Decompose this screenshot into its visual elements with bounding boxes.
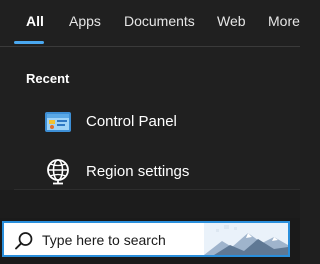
tab-documents[interactable]: Documents bbox=[124, 13, 195, 29]
tab-apps[interactable]: Apps bbox=[69, 13, 101, 29]
search-input[interactable]: Type here to search bbox=[2, 221, 290, 257]
search-scope-tabs: All Apps Documents Web More bbox=[0, 0, 300, 47]
search-highlight-illustration bbox=[204, 223, 288, 255]
search-icon bbox=[15, 232, 33, 250]
globe-icon bbox=[47, 159, 69, 185]
recent-item-region-settings[interactable]: Region settings bbox=[14, 150, 276, 194]
tab-all[interactable]: All bbox=[26, 13, 44, 29]
recent-item-control-panel[interactable]: Control Panel bbox=[14, 100, 276, 144]
panel-footer bbox=[0, 190, 300, 218]
recent-item-label: Region settings bbox=[86, 163, 190, 180]
active-tab-indicator bbox=[14, 41, 44, 44]
recent-item-label: Control Panel bbox=[86, 113, 177, 130]
recent-heading: Recent bbox=[26, 71, 70, 86]
taskbar: Type here to search bbox=[0, 218, 300, 264]
tab-web[interactable]: Web bbox=[217, 13, 246, 29]
tab-more[interactable]: More bbox=[268, 13, 300, 29]
start-search-panel: All Apps Documents Web More Recent Contr… bbox=[0, 0, 300, 264]
control-panel-icon bbox=[45, 112, 71, 132]
search-placeholder: Type here to search bbox=[42, 232, 166, 248]
